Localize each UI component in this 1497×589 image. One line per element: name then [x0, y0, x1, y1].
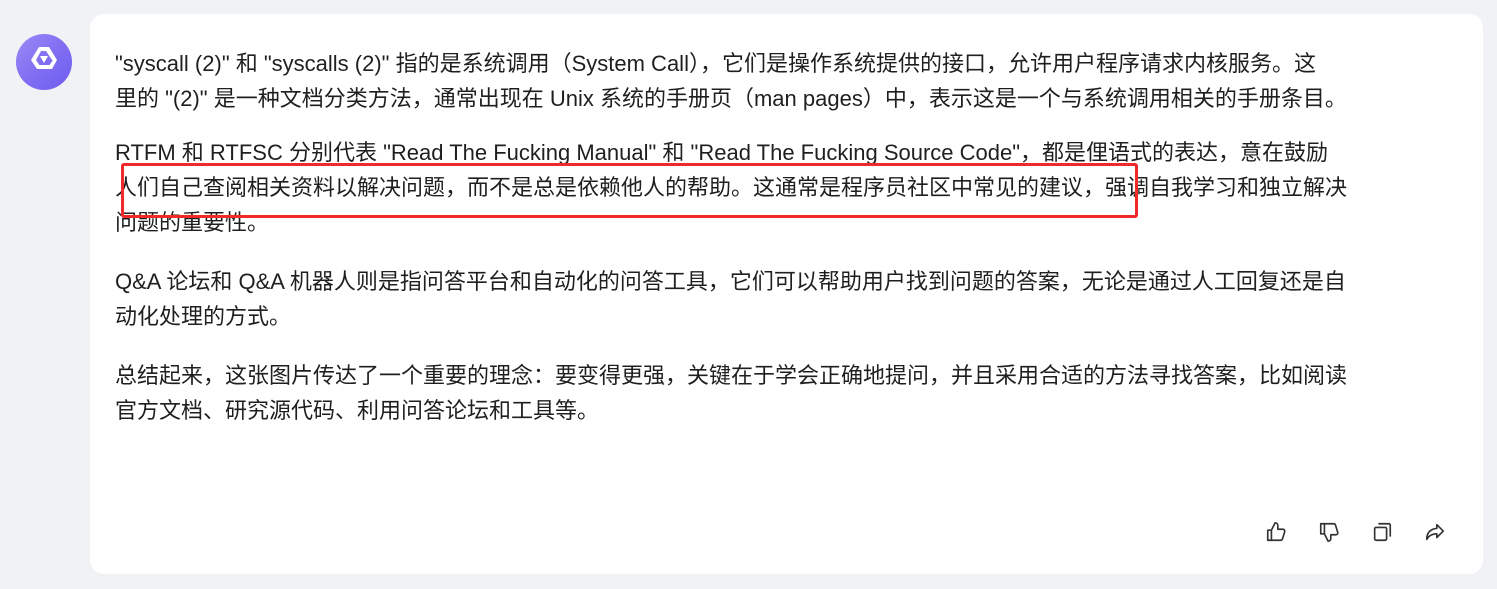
thumbs-up-icon — [1265, 521, 1287, 543]
thumbs-down-icon — [1318, 521, 1340, 543]
message-line: 动化处理的方式。 — [115, 304, 292, 329]
message-actions — [1264, 520, 1447, 544]
message-line: 问题的重要性。 — [115, 210, 270, 235]
message-content: "syscall (2)" 和 "syscalls (2)" 指的是系统调用（S… — [115, 46, 1465, 428]
share-button[interactable] — [1423, 520, 1447, 544]
share-icon — [1424, 521, 1446, 543]
assistant-message-card: "syscall (2)" 和 "syscalls (2)" 指的是系统调用（S… — [90, 14, 1483, 574]
like-button[interactable] — [1264, 520, 1288, 544]
assistant-logo-icon — [27, 43, 61, 82]
copy-button[interactable] — [1370, 520, 1394, 544]
message-line: 总结起来，这张图片传达了一个重要的理念：要变得更强，关键在于学会正确地提问，并且… — [115, 363, 1348, 388]
chat-page: "syscall (2)" 和 "syscalls (2)" 指的是系统调用（S… — [0, 0, 1497, 589]
message-line: 里的 "(2)" 是一种文档分类方法，通常出现在 Unix 系统的手册页（man… — [115, 86, 1347, 111]
message-line: 官方文档、研究源代码、利用问答论坛和工具等。 — [115, 398, 600, 423]
message-line: "syscall (2)" 和 "syscalls (2)" 指的是系统调用（S… — [115, 51, 1316, 76]
copy-icon — [1371, 521, 1393, 543]
message-line: RTFM 和 RTFSC 分别代表 "Read The Fucking Manu… — [115, 140, 1329, 165]
assistant-avatar — [16, 34, 72, 90]
dislike-button[interactable] — [1317, 520, 1341, 544]
message-line: 人们自己查阅相关资料以解决问题，而不是总是依赖他人的帮助。这通常是程序员社区中常… — [115, 175, 1348, 200]
message-line: Q&A 论坛和 Q&A 机器人则是指问答平台和自动化的问答工具，它们可以帮助用户… — [115, 269, 1346, 294]
